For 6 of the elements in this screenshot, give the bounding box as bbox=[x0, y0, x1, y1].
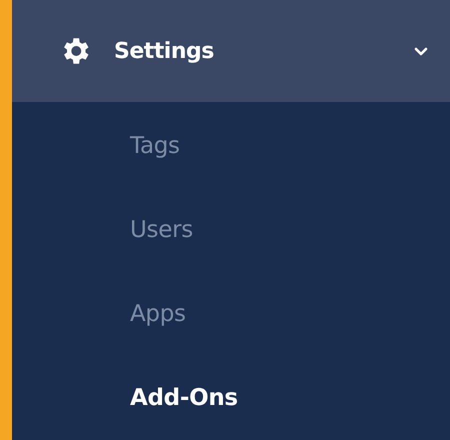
menu-title: Settings bbox=[114, 38, 215, 66]
submenu-item[interactable]: Add-Ons bbox=[12, 356, 450, 440]
submenu-item[interactable]: Tags bbox=[12, 104, 450, 188]
submenu-item[interactable]: Users bbox=[12, 188, 450, 272]
settings-menu-header[interactable]: Settings bbox=[12, 0, 450, 102]
submenu-item[interactable]: Apps bbox=[12, 272, 450, 356]
